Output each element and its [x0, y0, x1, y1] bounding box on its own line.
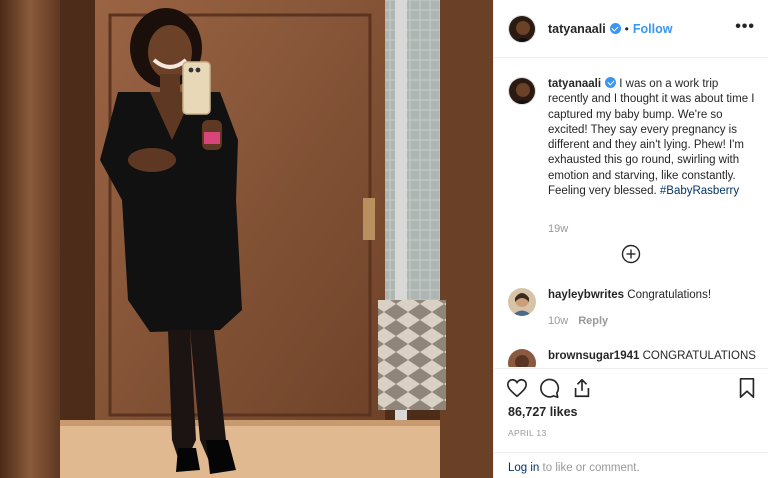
comment-item: brownsugar1941 CONGRATULATIONS — [508, 349, 758, 367]
post-header: tatyanaali • Follow ••• — [494, 0, 768, 58]
verified-icon — [609, 23, 621, 34]
caption-timestamp[interactable]: 19w — [548, 223, 568, 235]
commenter-avatar[interactable] — [508, 288, 536, 316]
login-link[interactable]: Log in — [508, 462, 539, 474]
post-caption: tatyanaali I was on a work trip recently… — [508, 77, 758, 199]
post-photo[interactable] — [0, 0, 493, 478]
comment-timestamp[interactable]: 10w — [548, 315, 568, 327]
caption-text-block: tatyanaali I was on a work trip recently… — [548, 77, 758, 199]
comment-line: brownsugar1941 CONGRATULATIONS — [548, 349, 758, 364]
share-icon[interactable] — [571, 377, 593, 399]
login-prompt-text: to like or comment. — [542, 462, 640, 474]
comment-text: CONGRATULATIONS — [642, 350, 756, 362]
comment-username[interactable]: brownsugar1941 — [548, 350, 639, 362]
caption-text: I was on a work trip recently and I thou… — [548, 78, 755, 198]
follow-button[interactable]: Follow — [633, 22, 673, 36]
author-avatar[interactable] — [508, 14, 536, 43]
caption-hashtag[interactable]: #BabyRasberry — [660, 185, 739, 197]
action-bar — [494, 368, 768, 408]
commenter-avatar[interactable] — [508, 349, 536, 367]
verified-icon — [605, 77, 617, 88]
reply-button[interactable]: Reply — [578, 315, 608, 327]
mirror-selfie-image — [0, 0, 493, 478]
more-icon[interactable]: ••• — [735, 19, 755, 35]
caption-username[interactable]: tatyanaali — [548, 78, 601, 90]
comment-username[interactable]: hayleybwrites — [548, 289, 624, 301]
header-separator: • — [624, 21, 629, 36]
heart-icon[interactable] — [506, 377, 528, 399]
comment-line: hayleybwrites Congratulations! — [548, 288, 758, 303]
caption-avatar[interactable] — [508, 77, 536, 105]
comment-text: Congratulations! — [627, 289, 712, 301]
likes-count[interactable]: 86,727 likes — [508, 405, 578, 419]
bookmark-icon[interactable] — [737, 377, 757, 399]
comment-icon[interactable] — [538, 377, 560, 399]
comments-section[interactable]: tatyanaali I was on a work trip recently… — [494, 59, 768, 367]
post-date[interactable]: APRIL 13 — [508, 428, 546, 438]
comment-meta: 10w Reply — [548, 315, 758, 327]
post-details-panel: tatyanaali • Follow ••• tatyanaali I was… — [493, 0, 768, 478]
login-prompt: Log in to like or comment. — [494, 452, 768, 478]
add-comment-icon[interactable] — [621, 244, 641, 264]
author-username[interactable]: tatyanaali — [548, 22, 606, 36]
comment-item: hayleybwrites Congratulations! 10w Reply — [508, 288, 758, 327]
